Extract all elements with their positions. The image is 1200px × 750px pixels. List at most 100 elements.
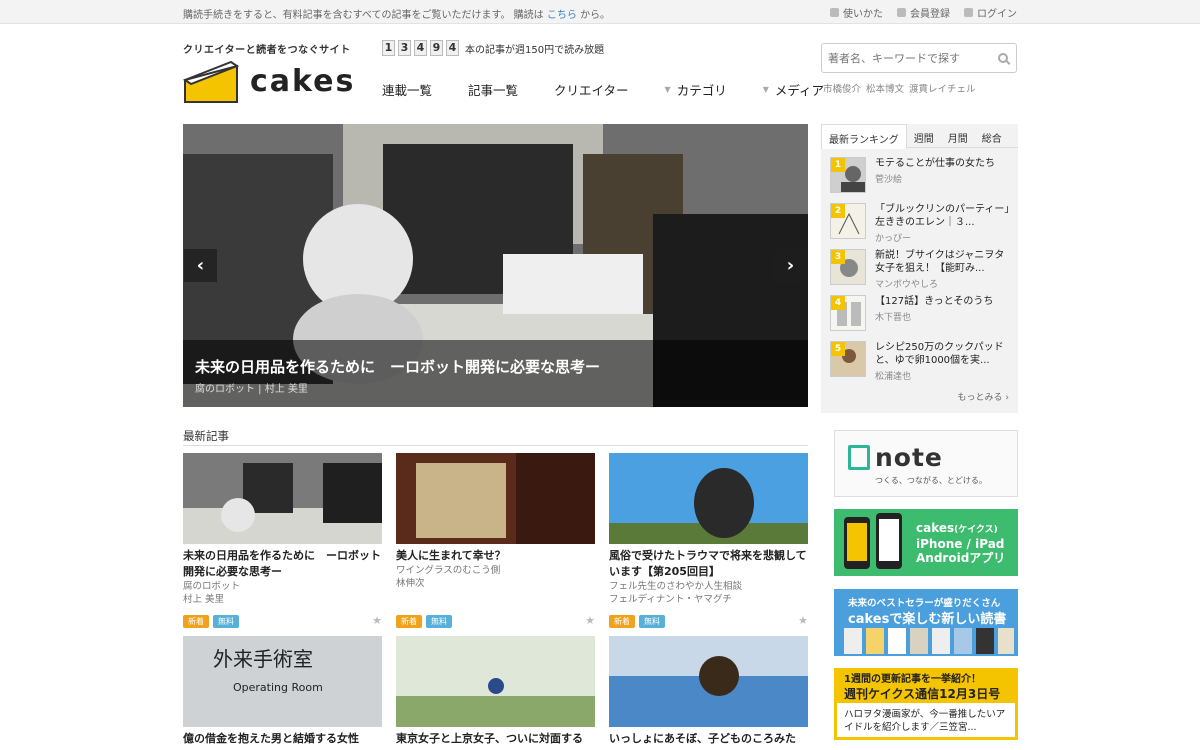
search-input[interactable] (828, 52, 988, 65)
ranking-author: 菅沙絵 (875, 175, 903, 185)
main-nav: 連載一覧 記事一覧 クリエイター ▼ カテゴリ ▼ メディア (382, 80, 860, 99)
weekly-header-line1: 1週間の更新記事を一挙紹介！ (844, 674, 981, 685)
article-author: 林伸次 (396, 578, 425, 589)
tab-monthly[interactable]: 月間 (941, 124, 975, 147)
phone-icon (844, 513, 902, 569)
nav-article-list[interactable]: 記事一覧 (468, 80, 518, 99)
chevron-down-icon: ▼ (664, 85, 671, 94)
ranking-item[interactable]: 4 【127話】きっとそのうち 木下晋也 (830, 295, 1012, 333)
ranking-title: 「ブルックリンのパーティー」左ききのエレン｜３... (875, 204, 1010, 228)
account-links: 使いかた 会員登録 ログイン (830, 5, 1017, 20)
ranking-author: 木下晋也 (875, 313, 912, 323)
article-title: 東京女子と上京女子、ついに対面する (396, 732, 583, 745)
free-badge: 無料 (426, 615, 452, 628)
ranking-item[interactable]: 3 新説！ブサイクはジャニヲタ女子を狙え！【能町み... マンボウやしろ (830, 249, 1012, 290)
tab-overall[interactable]: 総合 (975, 124, 1009, 147)
ranking-more-link[interactable]: もっとみる › (958, 390, 1009, 403)
article-title: 美人に生まれて幸せ？ (396, 549, 506, 562)
article-title: 未来の日用品を作るために ーロボット開発に必要な思考ー (183, 549, 381, 578)
site-logo[interactable]: cakes (182, 58, 353, 104)
search-box (821, 43, 1017, 73)
subscribe-link[interactable]: こちら (547, 10, 577, 21)
site-tagline: クリエイターと読者をつなぐサイト (183, 45, 351, 56)
top-notice-bar: 購読手続きをすると、有料記事を含むすべての記事をご覧いただけます。 購読は こち… (0, 0, 1200, 24)
register-link[interactable]: 会員登録 (897, 5, 950, 20)
note-subtitle: つくる、つながる、とどける。 (875, 476, 987, 485)
ranking-author: かっぴー (875, 234, 912, 244)
nav-series-list[interactable]: 連載一覧 (382, 80, 432, 99)
nav-creators[interactable]: クリエイター (554, 80, 629, 99)
svg-text:外来手術室: 外来手術室 (213, 647, 313, 671)
ranking-tabs: 最新ランキング 週間 月間 総合 (821, 124, 1018, 149)
article-title: いっしょにあそぼ、子どものころみた (609, 732, 796, 745)
prev-slide-button[interactable]: ‹ (184, 249, 217, 282)
tab-weekly[interactable]: 週間 (907, 124, 941, 147)
app-brand-reading: (ケイクス) (954, 525, 998, 535)
next-slide-button[interactable]: › (774, 249, 807, 282)
counter-digit: 4 (446, 40, 459, 56)
app-platform-ios: iPhone / iPad (916, 537, 1005, 551)
chevron-right-icon: › (786, 255, 795, 276)
article-thumbnail (609, 636, 808, 727)
article-thumbnail (183, 453, 382, 544)
article-thumbnail (396, 453, 595, 544)
article-card[interactable]: 東京女子と上京女子、ついに対面する (396, 636, 595, 747)
ranking-title: モテることが仕事の女たち (875, 158, 995, 169)
ranking-thumbnail: 3 (830, 249, 866, 285)
app-banner[interactable]: cakes(ケイクス) iPhone / iPad Androidアプリ (834, 509, 1018, 576)
pencil-icon (897, 8, 906, 17)
free-badge: 無料 (213, 615, 239, 628)
article-counter: 1 3 4 9 4 本の記事が週150円で読み放題 (382, 40, 604, 56)
article-card[interactable]: 風俗で受けたトラウマで将来を悲観しています【第205回目】 フェル先生のさわやか… (609, 453, 808, 628)
keyword-link[interactable]: 松本博文 (866, 81, 904, 95)
free-badge: 無料 (639, 615, 665, 628)
note-banner[interactable]: note つくる、つながる、とどける。 (834, 430, 1018, 497)
tab-latest-ranking[interactable]: 最新ランキング (821, 124, 907, 149)
app-brand: cakes (916, 521, 955, 535)
keyword-link[interactable]: 渡貫レイチェル (909, 81, 976, 95)
note-title: note (875, 443, 943, 472)
weekly-text: ハロヲタ漫画家が、今一番推したいアイドルを紹介します／三笠宮... (844, 709, 1006, 733)
article-card[interactable]: いっしょにあそぼ、子どものころみた (609, 636, 808, 747)
book-icon (830, 8, 839, 17)
popular-keywords: 市橋俊介 松本博文 渡貫レイチェル (823, 81, 976, 95)
hero-slider[interactable]: 未来の日用品を作るために ーロボット開発に必要な思考ー 腐のロボット | 村上 … (183, 124, 808, 407)
login-link[interactable]: ログイン (964, 5, 1017, 20)
hero-title[interactable]: 未来の日用品を作るために ーロボット開発に必要な思考ー (195, 356, 600, 377)
article-card[interactable]: 未来の日用品を作るために ーロボット開発に必要な思考ー 腐のロボット 村上 美里… (183, 453, 382, 628)
counter-digit: 4 (414, 40, 427, 56)
weekly-newsletter-banner[interactable]: 1週間の更新記事を一挙紹介！ 週刊ケイクス通信12月3日号 ハロヲタ漫画家が、今… (834, 668, 1018, 740)
hero-subtitle: 腐のロボット | 村上 美里 (195, 384, 308, 395)
nav-category[interactable]: ▼ カテゴリ (665, 80, 727, 99)
howto-link[interactable]: 使いかた (830, 5, 883, 20)
reading-banner[interactable]: 未来のベストセラーが盛りだくさん cakesで楽しむ新しい読書 (834, 589, 1018, 656)
weekly-header-line2: 週刊ケイクス通信12月3日号 (844, 687, 1001, 701)
star-icon[interactable]: ★ (585, 614, 595, 627)
ranking-thumbnail: 2 (830, 203, 866, 239)
search-icon[interactable] (998, 53, 1008, 63)
nav-media[interactable]: ▼ メディア (763, 80, 824, 99)
counter-digit: 3 (398, 40, 411, 56)
article-series: フェル先生のさわやか人生相談 (609, 581, 743, 592)
chevron-left-icon: ‹ (196, 255, 205, 276)
note-logo-icon (848, 445, 870, 470)
article-author: フェルディナント・ヤマグチ (609, 594, 732, 605)
keyword-link[interactable]: 市橋俊介 (823, 81, 861, 95)
article-thumbnail: 外来手術室 Operating Room (183, 636, 382, 727)
article-card[interactable]: 外来手術室 Operating Room 億の借金を抱えた男と結婚する女性 (183, 636, 382, 747)
logo-text: cakes (250, 64, 356, 99)
new-badge: 新着 (183, 615, 209, 628)
star-icon[interactable]: ★ (798, 614, 808, 627)
article-author: 村上 美里 (183, 594, 225, 605)
article-thumbnail (609, 453, 808, 544)
ranking-item[interactable]: 5 レシピ250万のクックパッドと、ゆで卵1000個を実... 松浦達也 (830, 341, 1012, 382)
star-icon[interactable]: ★ (372, 614, 382, 627)
ranking-author: マンボウやしろ (875, 280, 939, 290)
ranking-item[interactable]: 2 「ブルックリンのパーティー」左ききのエレン｜３... かっぴー (830, 203, 1012, 244)
article-card[interactable]: 美人に生まれて幸せ？ ワイングラスのむこう側 林伸次 新着 無料 ★ (396, 453, 595, 628)
counter-digit: 1 (382, 40, 395, 56)
latest-articles-heading: 最新記事 (183, 428, 808, 446)
ranking-item[interactable]: 1 モテることが仕事の女たち 菅沙絵 (830, 157, 1012, 195)
ranking-title: レシピ250万のクックパッドと、ゆで卵1000個を実... (875, 342, 1004, 366)
article-series: ワイングラスのむこう側 (396, 565, 501, 576)
